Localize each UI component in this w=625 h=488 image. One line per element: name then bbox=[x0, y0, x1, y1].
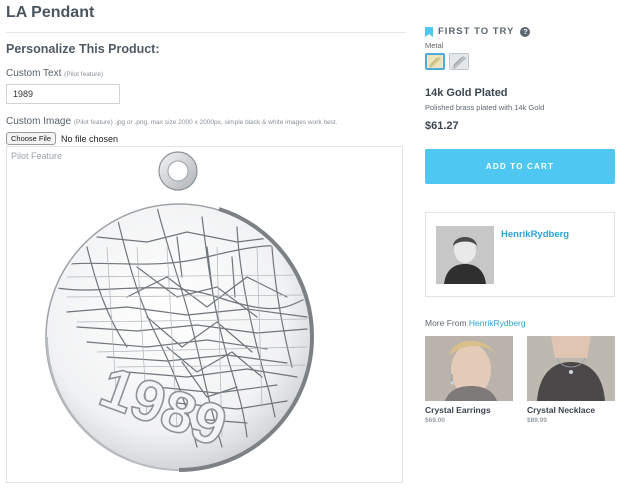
add-to-cart-button[interactable]: ADD TO CART bbox=[425, 149, 615, 184]
product-price: $69.00 bbox=[425, 417, 445, 424]
more-from-designer-link[interactable]: HenrikRydberg bbox=[469, 318, 526, 328]
designer-name-link[interactable]: HenrikRydberg bbox=[501, 229, 569, 240]
designer-card: HenrikRydberg bbox=[425, 212, 615, 297]
file-picker: Choose File No file chosen bbox=[6, 132, 406, 145]
custom-text-label: Custom Text (Pilot feature) bbox=[6, 68, 406, 79]
help-icon[interactable]: ? bbox=[520, 26, 531, 37]
purchase-panel: FIRST TO TRY ? Metal 14k Gold Plated Pol… bbox=[425, 26, 615, 184]
custom-image-hint: (Pilot feature) .jpg or .png, max size 2… bbox=[73, 119, 338, 126]
bookmark-icon bbox=[425, 26, 433, 37]
divider bbox=[6, 32, 406, 33]
custom-image-label: Custom Image (Pilot feature) .jpg or .pn… bbox=[6, 116, 406, 127]
custom-image-label-text: Custom Image bbox=[6, 116, 72, 127]
custom-text-label-text: Custom Text bbox=[6, 68, 62, 79]
product-name[interactable]: Crystal Necklace bbox=[527, 405, 615, 415]
custom-text-input[interactable] bbox=[6, 84, 120, 104]
product-thumb-necklace[interactable] bbox=[527, 336, 615, 401]
material-description: Polished brass plated with 14k Gold bbox=[425, 103, 545, 112]
product-card-earrings[interactable]: Crystal Earrings $69.00 bbox=[425, 336, 513, 424]
gold-swatch[interactable] bbox=[425, 53, 445, 70]
personalize-section: Personalize This Product: Custom Text (P… bbox=[6, 40, 406, 145]
first-to-try-label: FIRST TO TRY bbox=[438, 26, 515, 37]
material-name: 14k Gold Plated bbox=[425, 87, 508, 99]
more-from-heading: More From HenrikRydberg bbox=[425, 318, 526, 328]
personalize-heading: Personalize This Product: bbox=[6, 42, 160, 56]
choose-file-button[interactable]: Choose File bbox=[6, 132, 57, 145]
pendant-render: 1989 bbox=[45, 151, 315, 472]
product-name[interactable]: Crystal Earrings bbox=[425, 405, 513, 415]
product-preview[interactable]: Pilot Feature 1989 bbox=[6, 146, 403, 483]
metal-label: Metal bbox=[425, 41, 444, 50]
first-to-try-header: FIRST TO TRY ? bbox=[425, 26, 615, 37]
custom-text-hint: (Pilot feature) bbox=[64, 71, 104, 78]
file-status: No file chosen bbox=[61, 133, 119, 144]
metal-swatches bbox=[425, 53, 615, 70]
product-card-necklace[interactable]: Crystal Necklace $89.99 bbox=[527, 336, 615, 424]
page-title: LA Pendant bbox=[6, 4, 95, 21]
more-from-prefix: More From bbox=[425, 318, 469, 328]
avatar[interactable] bbox=[436, 226, 494, 284]
product-thumb-earrings[interactable] bbox=[425, 336, 513, 401]
product-price: $61.27 bbox=[425, 120, 459, 132]
product-price: $89.99 bbox=[527, 417, 547, 424]
silver-swatch[interactable] bbox=[449, 53, 469, 70]
